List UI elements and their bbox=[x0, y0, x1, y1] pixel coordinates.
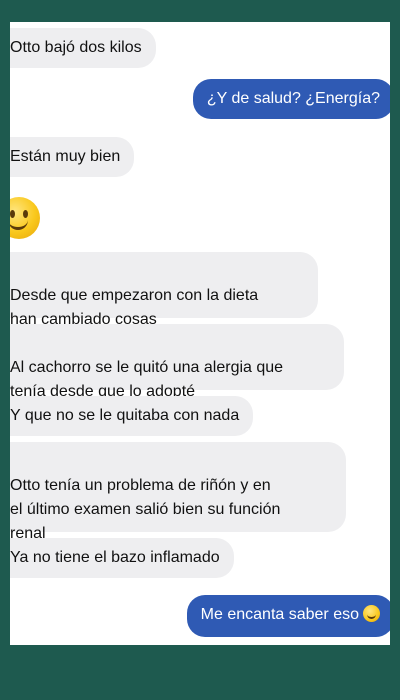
incoming-message[interactable]: Están muy bien bbox=[10, 137, 135, 177]
message-text: ¿Y de salud? ¿Energía? bbox=[206, 90, 380, 107]
outgoing-message[interactable]: Me encanta saber eso bbox=[186, 595, 390, 637]
message-text: Y que no se le quitaba con nada bbox=[10, 407, 240, 424]
chat-screen: Otto bajó dos kilos ¿Y de salud? ¿Energí… bbox=[10, 22, 390, 645]
incoming-message[interactable]: Ya no tiene el bazo inflamado bbox=[10, 538, 234, 578]
incoming-message[interactable]: Desde que empezaron con la dieta han cam… bbox=[10, 252, 318, 328]
incoming-message[interactable]: Otto bajó dos kilos bbox=[10, 28, 156, 68]
message-text: Me encanta saber eso bbox=[200, 606, 359, 623]
message-text: Están muy bien bbox=[10, 148, 121, 165]
smiling-face-emoji-icon bbox=[363, 605, 380, 622]
message-text: Ya no tiene el bazo inflamado bbox=[10, 549, 220, 566]
message-text: Otto bajó dos kilos bbox=[10, 39, 142, 56]
incoming-message[interactable]: Y que no se le quitaba con nada bbox=[10, 396, 254, 436]
incoming-message[interactable]: Otto tenía un problema de riñón y en el … bbox=[10, 442, 346, 542]
message-text: Desde que empezaron con la dieta han cam… bbox=[10, 287, 259, 328]
incoming-message[interactable]: Al cachorro se le quitó una alergia que … bbox=[10, 324, 344, 400]
smiling-face-emoji-icon bbox=[10, 197, 40, 239]
message-text: Otto tenía un problema de riñón y en el … bbox=[10, 477, 281, 542]
message-text: Al cachorro se le quitó una alergia que … bbox=[10, 359, 284, 400]
outgoing-message[interactable]: ¿Y de salud? ¿Energía? bbox=[192, 79, 390, 119]
